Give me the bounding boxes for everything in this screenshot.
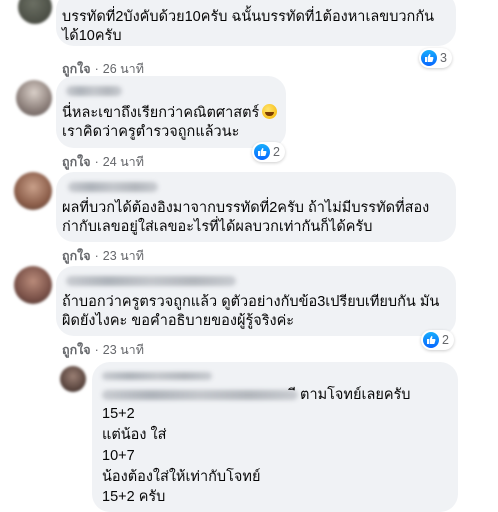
comment-bubble: นี่หละเขาถึงเรียกว่าคณิตศาสตร์ เราคิดว่า… <box>56 76 286 148</box>
commenter-avatar[interactable] <box>14 172 52 210</box>
reaction-summary[interactable]: 2 <box>252 142 285 162</box>
comment-text-line: ก่ากับเลขอยู่ใส่เลขอะไรที่ได้ผลบวกเท่ากั… <box>62 219 373 235</box>
reply-text-line: 15+2 ครับ <box>102 489 166 505</box>
comment-timestamp[interactable]: 26 นาที <box>103 62 144 76</box>
comment-timestamp[interactable]: 24 นาที <box>103 155 144 169</box>
commenter-avatar[interactable] <box>18 0 52 24</box>
commenter-avatar[interactable] <box>16 80 52 116</box>
comment-bubble: ถ้าบอกว่าครูตรวจถูกแล้ว ดูตัวอย่างกับข้อ… <box>56 266 456 336</box>
comment-bubble: บรรทัดที่2บังคับด้วย10ครับ ฉนั้นบรรทัดที… <box>56 0 456 46</box>
reply-text-blurred <box>102 390 298 400</box>
comment-meta: ถูกใจ · 23 นาที <box>62 249 144 263</box>
reply-text-line: ี ตามโจทย์เลยครับ <box>296 387 411 403</box>
comment-text-line: ได้10ครับ <box>62 28 122 44</box>
rofl-emoji-icon <box>262 104 278 119</box>
replier-name-blurred[interactable] <box>102 372 212 380</box>
reply-bubble: ี ตามโจทย์เลยครับ 15+2 แต่น้อง ใส่ 10+7 … <box>92 362 458 512</box>
comment-text-line: บรรทัดที่2บังคับด้วย10ครับ ฉนั้นบรรทัดที… <box>62 9 435 25</box>
commenter-name-blurred[interactable] <box>66 276 236 286</box>
like-reaction-icon <box>423 332 439 348</box>
like-reaction-icon <box>254 144 270 160</box>
comment-meta: ถูกใจ · 23 นาที <box>62 343 144 357</box>
reaction-summary[interactable]: 2 <box>421 330 454 350</box>
like-reaction-icon <box>421 50 437 66</box>
commenter-name-blurred[interactable] <box>66 86 122 96</box>
like-button[interactable]: ถูกใจ <box>62 343 91 357</box>
comment-text-line: ผลที่บวกได้ต้องอิงมาจากบรรทัดที่2ครับ ถ้… <box>62 200 430 216</box>
like-button[interactable]: ถูกใจ <box>62 249 91 263</box>
like-button[interactable]: ถูกใจ <box>62 62 91 76</box>
reply-text-line: 15+2 <box>102 406 135 422</box>
reply-text-line: น้องต้องใส่ให้เท่ากับโจทย์ <box>102 469 261 485</box>
reaction-count: 3 <box>440 51 447 65</box>
like-button[interactable]: ถูกใจ <box>62 155 91 169</box>
commenter-name-blurred[interactable] <box>68 182 158 192</box>
reaction-count: 2 <box>442 333 449 347</box>
replier-avatar[interactable] <box>60 366 86 392</box>
comment-text-line: ถ้าบอกว่าครูตรวจถูกแล้ว ดูตัวอย่างกับข้อ… <box>62 294 440 310</box>
comment-bubble: ผลที่บวกได้ต้องอิงมาจากบรรทัดที่2ครับ ถ้… <box>56 172 456 242</box>
comment-timestamp[interactable]: 23 นาที <box>103 249 144 263</box>
reply-text-line: 10+7 <box>102 448 135 464</box>
reaction-summary[interactable]: 3 <box>419 48 452 68</box>
commenter-avatar[interactable] <box>14 266 52 304</box>
comment-text-line: เราคิดว่าครูตำรวจถูกแล้วนะ <box>62 124 240 140</box>
comment-timestamp[interactable]: 23 นาที <box>103 343 144 357</box>
comment-text-line: นี่หละเขาถึงเรียกว่าคณิตศาสตร์ <box>62 104 278 123</box>
comment-meta: ถูกใจ · 24 นาที <box>62 155 144 169</box>
reply-text-line: แต่น้อง ใส่ <box>102 427 167 443</box>
reaction-count: 2 <box>273 145 280 159</box>
comment-text-line: ผิดยังไงคะ ขอคำอธิบายของผู้รู้จริงค่ะ <box>62 313 295 329</box>
